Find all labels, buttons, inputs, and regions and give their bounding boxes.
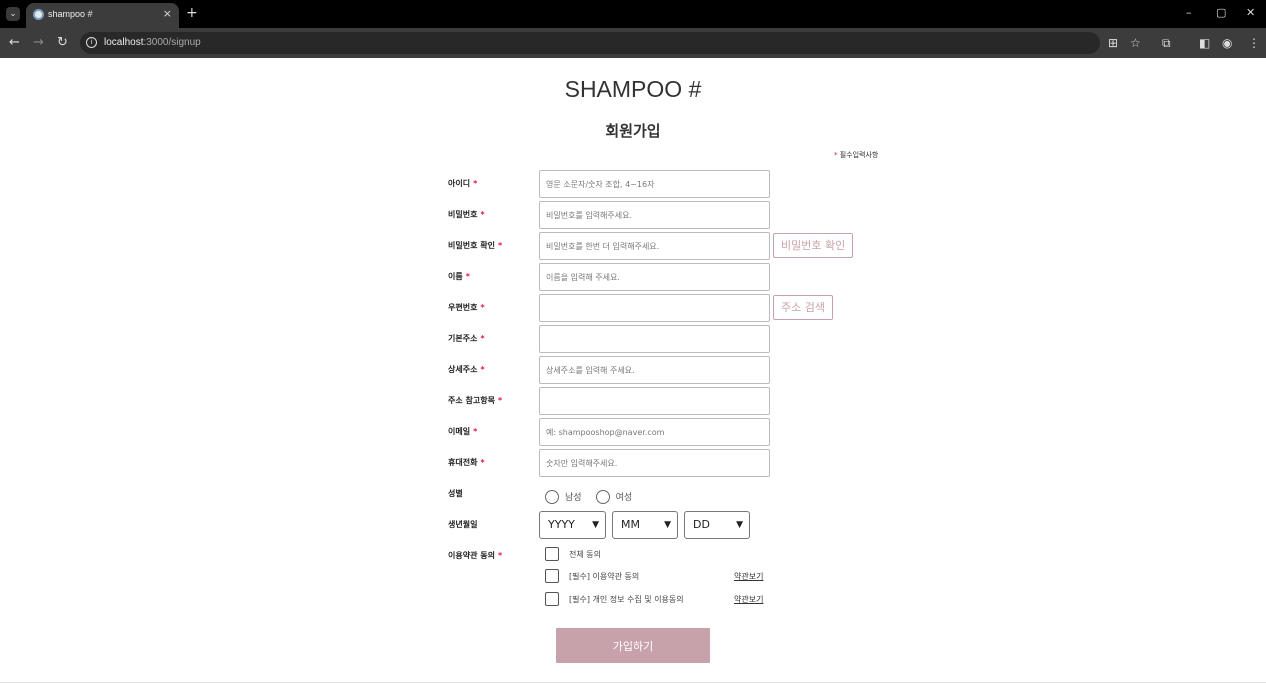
agree-privacy-checkbox[interactable] [545, 592, 559, 606]
birth-month-value: MM [621, 518, 640, 531]
birth-label: 생년월일 [448, 520, 478, 529]
birth-year-select[interactable]: YYYY ▼ [539, 511, 606, 539]
email-label: 이메일 * [448, 427, 478, 436]
row-address-extra: 주소 참고항목 * [448, 387, 868, 415]
favicon-icon [33, 9, 44, 20]
id-input[interactable] [539, 170, 770, 198]
phone-label: 휴대전화 * [448, 458, 485, 467]
row-address: 기본주소 * [448, 325, 868, 353]
agree-privacy-label: [필수] 개인 정보 수집 및 이용동의 [569, 595, 684, 604]
tab-close-icon[interactable]: × [163, 7, 172, 20]
name-input[interactable] [539, 263, 770, 291]
menu-kebab-icon[interactable]: ⋮ [1248, 36, 1260, 50]
bookmark-star-icon[interactable]: ☆ [1130, 36, 1141, 50]
service-terms-link[interactable]: 약관보기 [734, 571, 763, 582]
minimize-icon[interactable]: – [1186, 6, 1192, 19]
required-note: * 필수입력사항 [834, 150, 878, 160]
address-search-button[interactable]: 주소 검색 [773, 295, 833, 320]
agree-all-checkbox[interactable] [545, 547, 559, 561]
row-phone: 휴대전화 * [448, 449, 868, 477]
site-info-icon[interactable]: i [86, 37, 97, 48]
browser-tab-bar: ⌄ shampoo # × + – ▢ ✕ [0, 0, 1266, 28]
address-detail-label: 상세주소 * [448, 365, 485, 374]
required-star: * [834, 151, 838, 159]
browser-tab[interactable]: shampoo # × [26, 3, 179, 28]
url-omnibox[interactable]: i localhost:3000/signup [80, 32, 1100, 54]
address-input[interactable] [539, 325, 770, 353]
required-note-text: 필수입력사항 [839, 151, 879, 159]
tab-title: shampoo # [48, 9, 93, 19]
agree-all: 전체 동의 [545, 547, 775, 563]
page-title: 회원가입 [605, 122, 661, 140]
signup-page: SHAMPOO # 회원가입 * 필수입력사항 아이디* 비밀번호* 비밀번호 … [0, 58, 1266, 683]
chevron-down-icon: ▼ [664, 520, 671, 530]
translate-icon[interactable]: ⊞ [1108, 36, 1118, 50]
gender-radio-group: 남성 여성 [545, 486, 646, 505]
name-label: 이름 * [448, 272, 470, 281]
new-tab-icon[interactable]: + [186, 5, 198, 21]
password-check-button[interactable]: 비밀번호 확인 [773, 233, 854, 258]
browser-address-bar: ← → ↻ i localhost:3000/signup ⊞ ☆ ⧉ ◧ ◉ … [0, 28, 1266, 58]
row-address-detail: 상세주소 * [448, 356, 868, 384]
phone-input[interactable] [539, 449, 770, 477]
row-birth: 생년월일 YYYY ▼ MM ▼ DD ▼ [448, 511, 868, 539]
chevron-down-icon: ▼ [736, 520, 743, 530]
agree-all-label: 전체 동의 [569, 550, 601, 559]
gender-female-radio[interactable] [595, 489, 610, 504]
side-panel-icon[interactable]: ◧ [1199, 36, 1210, 50]
reload-icon[interactable]: ↻ [57, 35, 68, 50]
agree-privacy: [필수] 개인 정보 수집 및 이용동의 약관보기 [545, 592, 775, 608]
address-extra-label: 주소 참고항목 * [448, 396, 503, 405]
row-postcode: 우편번호 * 주소 검색 [448, 294, 868, 322]
row-password: 비밀번호 * [448, 201, 868, 229]
url-host: localhost [104, 37, 144, 48]
password-confirm-label: 비밀번호 확인 * [448, 241, 503, 250]
back-icon[interactable]: ← [9, 35, 20, 50]
postcode-label: 우편번호 * [448, 303, 485, 312]
row-gender: 성별 남성 여성 [448, 480, 868, 508]
postcode-input[interactable] [539, 294, 770, 322]
extensions-icon[interactable]: ⧉ [1162, 36, 1171, 51]
birth-day-value: DD [693, 518, 710, 531]
agree-service-label: [필수] 이용약관 동의 [569, 572, 640, 581]
gender-male-radio[interactable] [545, 489, 559, 504]
brand-logo-text[interactable]: SHAMPOO # [0, 76, 1266, 103]
forward-icon[interactable]: → [33, 35, 44, 50]
address-label: 기본주소 * [448, 334, 485, 343]
address-extra-input[interactable] [539, 387, 770, 415]
row-name: 이름 * [448, 263, 868, 291]
chevron-down-icon: ▼ [592, 520, 599, 530]
row-password-confirm: 비밀번호 확인 * 비밀번호 확인 [448, 232, 868, 260]
birth-month-select[interactable]: MM ▼ [612, 511, 678, 539]
password-label: 비밀번호 * [448, 210, 485, 219]
id-label: 아이디 * [448, 179, 478, 188]
email-input[interactable] [539, 418, 770, 446]
password-input[interactable] [539, 201, 770, 229]
restore-icon[interactable]: ▢ [1216, 6, 1226, 19]
url-path: :3000/signup [143, 37, 201, 48]
birth-day-select[interactable]: DD ▼ [684, 511, 750, 539]
password-confirm-input[interactable] [539, 232, 770, 260]
birth-year-value: YYYY [548, 518, 575, 531]
agree-service-checkbox[interactable] [545, 569, 559, 583]
gender-male-label: 남성 [565, 493, 582, 503]
close-window-icon[interactable]: ✕ [1246, 6, 1255, 19]
privacy-terms-link[interactable]: 약관보기 [734, 594, 763, 605]
address-detail-input[interactable] [539, 356, 770, 384]
agree-service: [필수] 이용약관 동의 약관보기 [545, 569, 775, 585]
row-email: 이메일 * [448, 418, 868, 446]
profile-avatar-icon[interactable]: ◉ [1222, 36, 1232, 50]
terms-label: 이용약관 동의 * [448, 551, 503, 560]
url-text: localhost:3000/signup [104, 37, 201, 48]
tab-search-chevron-icon[interactable]: ⌄ [6, 7, 20, 21]
row-id: 아이디 * [448, 170, 868, 198]
gender-label: 성별 [448, 489, 463, 498]
gender-female-label: 여성 [615, 493, 633, 503]
signup-submit-button[interactable]: 가입하기 [556, 628, 710, 663]
